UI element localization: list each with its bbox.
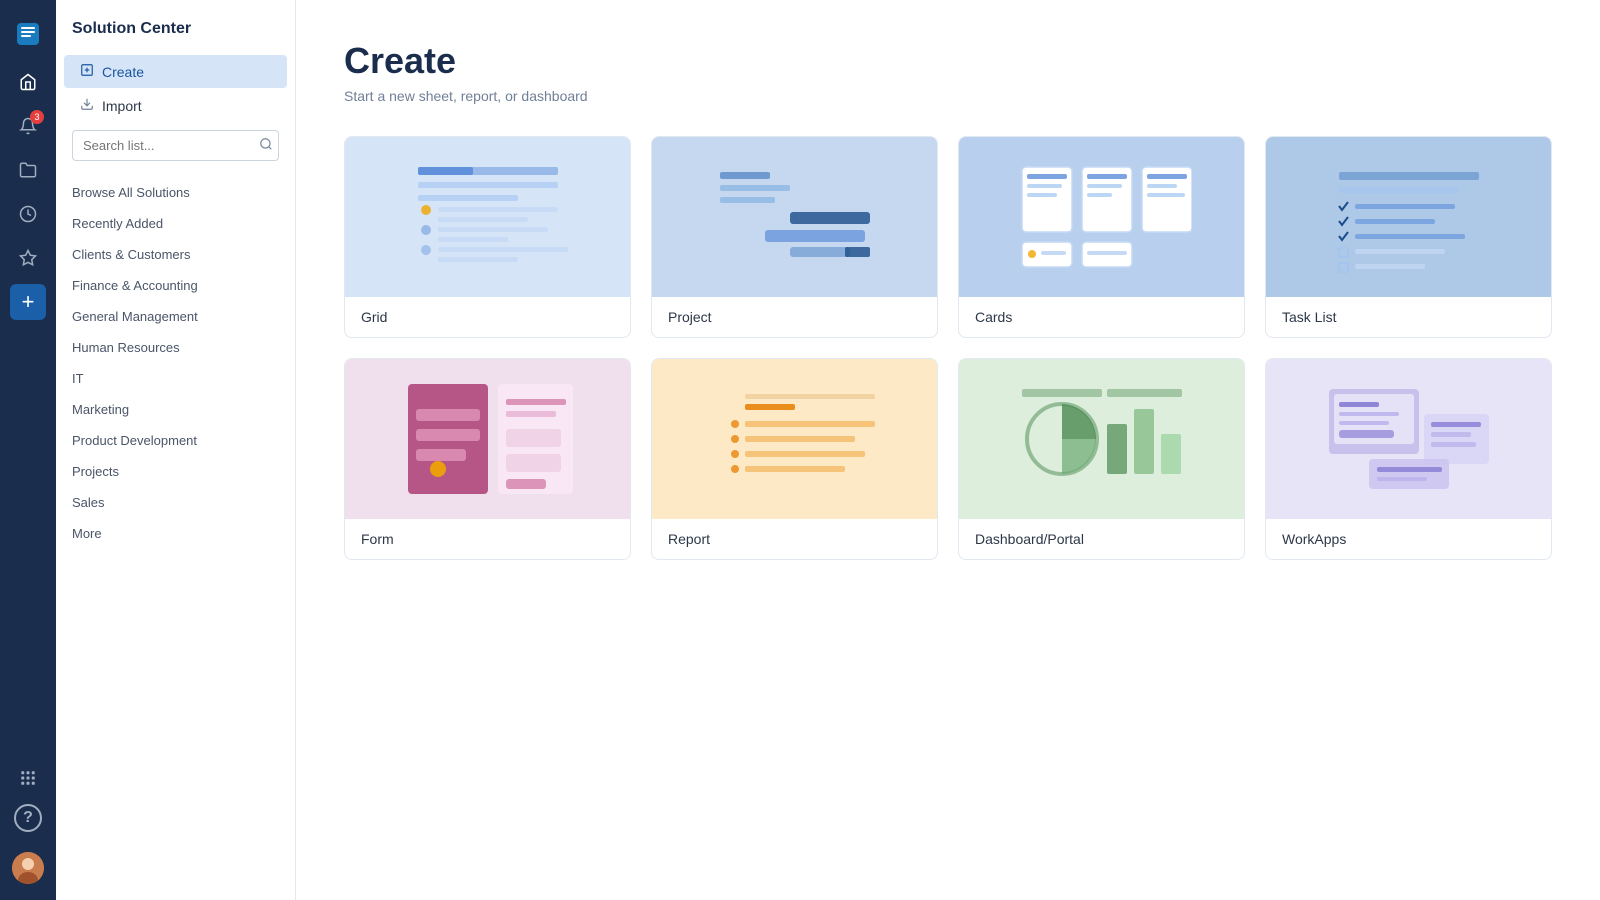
card-label-dashboard: Dashboard/Portal — [959, 519, 1244, 559]
search-input[interactable] — [83, 138, 259, 153]
card-label-cards: Cards — [959, 297, 1244, 337]
card-grid[interactable]: Grid — [344, 136, 631, 338]
favorites-icon[interactable] — [10, 240, 46, 276]
sidebar-list-item[interactable]: More — [56, 518, 295, 549]
sidebar-list-item[interactable]: Browse All Solutions — [56, 177, 295, 208]
cards-grid: Grid Project Cards — [344, 136, 1552, 560]
card-label-grid: Grid — [345, 297, 630, 337]
card-label-workapps: WorkApps — [1266, 519, 1551, 559]
search-icon — [259, 137, 273, 154]
user-avatar[interactable] — [12, 852, 44, 884]
card-report[interactable]: Report — [651, 358, 938, 560]
nav-bar: 3 + ? — [0, 0, 56, 900]
import-nav-label: Import — [102, 98, 142, 114]
help-icon[interactable]: ? — [14, 804, 42, 832]
import-nav-icon — [80, 97, 94, 114]
card-image-project — [652, 137, 937, 297]
sidebar-list: Browse All SolutionsRecently AddedClient… — [56, 177, 295, 549]
recents-icon[interactable] — [10, 196, 46, 232]
browse-icon[interactable] — [10, 152, 46, 188]
card-workapps[interactable]: WorkApps — [1265, 358, 1552, 560]
card-tasklist[interactable]: Task List — [1265, 136, 1552, 338]
create-plus-icon[interactable]: + — [10, 284, 46, 320]
card-image-grid — [345, 137, 630, 297]
sidebar-list-item[interactable]: Clients & Customers — [56, 239, 295, 270]
card-project[interactable]: Project — [651, 136, 938, 338]
create-nav-icon — [80, 63, 94, 80]
sidebar-item-import[interactable]: Import — [64, 89, 287, 122]
sidebar-title: Solution Center — [56, 20, 295, 54]
sidebar: Solution Center Create Import — [56, 0, 296, 900]
page-subtitle: Start a new sheet, report, or dashboard — [344, 88, 1552, 104]
card-label-report: Report — [652, 519, 937, 559]
card-form[interactable]: Form — [344, 358, 631, 560]
card-label-project: Project — [652, 297, 937, 337]
create-nav-label: Create — [102, 64, 144, 80]
card-dashboard[interactable]: Dashboard/Portal — [958, 358, 1245, 560]
notification-badge: 3 — [30, 110, 44, 124]
sidebar-list-item[interactable]: Sales — [56, 487, 295, 518]
sidebar-list-item[interactable]: Human Resources — [56, 332, 295, 363]
card-image-report — [652, 359, 937, 519]
sidebar-list-item[interactable]: Recently Added — [56, 208, 295, 239]
sidebar-list-item[interactable]: IT — [56, 363, 295, 394]
page-title: Create — [344, 40, 1552, 82]
card-image-tasklist — [1266, 137, 1551, 297]
search-box — [72, 130, 279, 161]
sidebar-list-item[interactable]: General Management — [56, 301, 295, 332]
card-image-dashboard — [959, 359, 1244, 519]
card-label-tasklist: Task List — [1266, 297, 1551, 337]
card-image-workapps — [1266, 359, 1551, 519]
notifications-icon[interactable]: 3 — [10, 108, 46, 144]
home-icon[interactable] — [10, 64, 46, 100]
card-image-form — [345, 359, 630, 519]
card-cards[interactable]: Cards — [958, 136, 1245, 338]
sidebar-list-item[interactable]: Finance & Accounting — [56, 270, 295, 301]
sidebar-list-item[interactable]: Marketing — [56, 394, 295, 425]
apps-icon[interactable] — [10, 760, 46, 796]
sidebar-list-item[interactable]: Product Development — [56, 425, 295, 456]
sidebar-item-create[interactable]: Create — [64, 55, 287, 88]
card-label-form: Form — [345, 519, 630, 559]
logo-icon — [10, 16, 46, 52]
sidebar-list-item[interactable]: Projects — [56, 456, 295, 487]
main-content: Create Start a new sheet, report, or das… — [296, 0, 1600, 900]
card-image-cards — [959, 137, 1244, 297]
